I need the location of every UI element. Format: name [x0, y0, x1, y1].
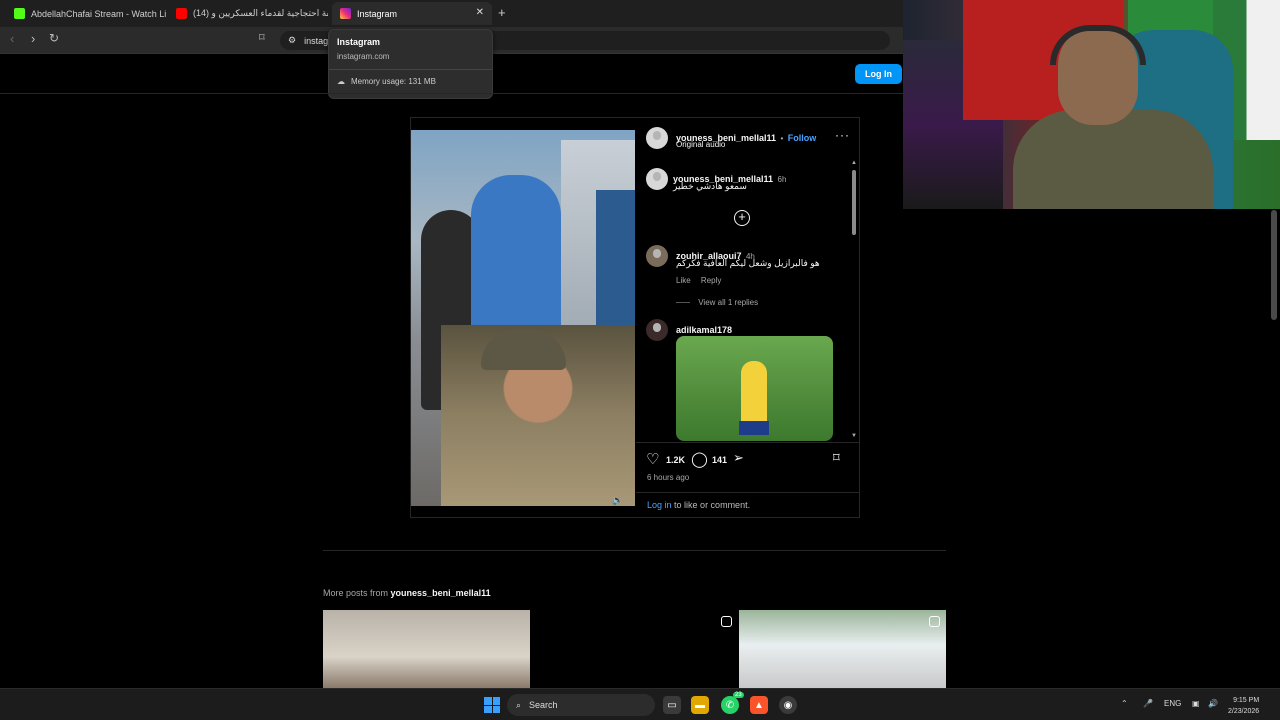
task-view-icon[interactable]: ▭	[663, 696, 681, 714]
more-posts-prefix: More posts from	[323, 588, 389, 598]
tab-hover-card: Instagram instagram.com ☁ Memory usage: …	[328, 29, 493, 99]
post-thumbnail[interactable]	[531, 610, 738, 688]
whatsapp-icon[interactable]: ✆	[721, 696, 739, 714]
language-indicator[interactable]: ENG	[1164, 699, 1181, 708]
divider	[636, 492, 859, 493]
caption-text: سمعو هادشي خطير	[673, 181, 747, 191]
brave-browser-icon[interactable]: ▲	[750, 696, 768, 714]
search-label: Search	[529, 700, 558, 710]
page-scrollbar-thumb[interactable]	[1271, 210, 1277, 320]
memory-usage: ☁ Memory usage: 131 MB	[337, 77, 484, 86]
caption-time: 6h	[777, 175, 787, 184]
tab-instagram[interactable]: Instagram ✕	[332, 2, 492, 25]
scroll-thumb[interactable]	[852, 170, 856, 235]
load-more-comments-icon[interactable]: +	[734, 210, 750, 226]
tray-overflow-icon[interactable]: ⌃	[1121, 699, 1128, 708]
comment-icon[interactable]: ◯	[691, 450, 708, 468]
site-settings-icon[interactable]: ⚙	[288, 35, 296, 46]
login-button[interactable]: Log In	[855, 64, 902, 84]
save-icon[interactable]: ⌑	[833, 450, 840, 466]
memory-usage-text: Memory usage: 131 MB	[351, 77, 436, 86]
reel-video[interactable]	[411, 130, 635, 506]
divider	[676, 302, 690, 304]
author-avatar[interactable]	[646, 127, 668, 149]
view-replies-label: View all 1 replies	[698, 298, 759, 307]
comment-gif[interactable]	[676, 336, 833, 441]
login-link[interactable]: Log in	[647, 500, 672, 510]
original-audio-link[interactable]: Original audio	[676, 140, 725, 149]
instagram-favicon-icon	[340, 8, 351, 19]
post-timestamp: 6 hours ago	[647, 473, 690, 482]
windows-start-icon[interactable]	[484, 697, 500, 713]
divider	[323, 550, 946, 551]
comment-actions: Like Reply	[676, 276, 721, 285]
reply-button[interactable]: Reply	[701, 276, 721, 285]
windows-taskbar: ⌕ Search ▭ ▬ ✆ 23 ▲ ◉ ⌃ 🎤 ENG ▣ 🔊 9:15 P…	[0, 688, 1280, 720]
microphone-icon[interactable]: 🎤	[1143, 699, 1153, 708]
more-posts-user[interactable]: youness_beni_mellal11	[391, 588, 491, 598]
tab-title: (14) وقفة احتجاجية لقدماء العسكريين و	[193, 8, 328, 18]
hover-card-domain: instagram.com	[337, 52, 390, 61]
scroll-down-icon[interactable]: ▼	[851, 433, 857, 439]
caption-avatar[interactable]	[646, 168, 668, 190]
whatsapp-badge: 23	[733, 692, 744, 698]
login-prompt-text: to like or comment.	[674, 500, 751, 510]
reel-icon	[721, 616, 732, 627]
streamer-webcam	[903, 0, 1280, 209]
commenter-avatar[interactable]	[646, 319, 668, 341]
taskbar-search[interactable]: ⌕ Search	[507, 694, 655, 716]
bookmark-icon[interactable]: ⌑	[259, 31, 265, 44]
tab-youtube-video[interactable]: (14) وقفة احتجاجية لقدماء العسكريين و	[168, 2, 328, 25]
file-explorer-icon[interactable]: ▬	[691, 696, 709, 714]
youtube-favicon-icon	[176, 8, 187, 19]
search-icon: ⌕	[516, 699, 522, 710]
reel-icon	[929, 616, 940, 627]
scroll-up-icon[interactable]: ▲	[851, 160, 857, 166]
close-tab-icon[interactable]: ✕	[476, 7, 484, 18]
divider	[636, 442, 859, 443]
url-text: instag	[304, 35, 329, 46]
separator-dot: •	[780, 134, 784, 143]
reload-icon[interactable]: ↻	[49, 31, 59, 45]
kick-favicon-icon	[14, 8, 25, 19]
system-clock[interactable]: 9:15 PM 2/23/2026	[1228, 695, 1259, 717]
hover-card-title: Instagram	[337, 37, 381, 47]
comment-text: هو فالبرازيل وشعل ليكم العافية فكركم	[676, 258, 820, 268]
volume-icon[interactable]: 🔊	[1208, 699, 1218, 708]
post-thumbnail[interactable]	[323, 610, 530, 688]
comment-username[interactable]: adilkamal178	[676, 325, 732, 335]
follow-button[interactable]: Follow	[788, 133, 817, 143]
clock-time: 9:15 PM	[1233, 697, 1260, 704]
tab-title: AbdellahChafai Stream - Watch Live o	[31, 8, 166, 19]
obs-icon[interactable]: ◉	[779, 696, 797, 714]
view-replies[interactable]: View all 1 replies	[676, 298, 758, 307]
divider	[329, 69, 492, 70]
new-tab-icon[interactable]: +	[498, 5, 506, 20]
memory-icon: ☁	[337, 77, 345, 86]
like-icon[interactable]: ♡	[646, 450, 659, 468]
like-count: 1.2K	[666, 455, 686, 465]
commenter-avatar[interactable]	[646, 245, 668, 267]
login-prompt: Log in to like or comment.	[647, 500, 750, 510]
forward-icon[interactable]: ›	[31, 31, 35, 46]
display-icon[interactable]: ▣	[1192, 699, 1200, 708]
tab-title: Instagram	[357, 8, 398, 19]
mute-icon[interactable]: 🔈	[612, 495, 623, 506]
tab-kick-stream[interactable]: AbdellahChafai Stream - Watch Live o	[6, 2, 166, 25]
gif-player-shorts	[739, 421, 769, 435]
back-icon[interactable]: ‹	[10, 31, 14, 46]
post-thumbnail[interactable]	[739, 610, 946, 688]
more-posts-heading: More posts from youness_beni_mellal11	[323, 588, 491, 598]
comment-count: 141	[712, 455, 728, 465]
share-icon[interactable]: ➢	[733, 450, 744, 466]
more-options-icon[interactable]: ···	[835, 128, 850, 142]
clock-date: 2/23/2026	[1228, 708, 1260, 715]
like-comment-button[interactable]: Like	[676, 276, 691, 285]
webcam-streamer-body	[1013, 110, 1213, 209]
